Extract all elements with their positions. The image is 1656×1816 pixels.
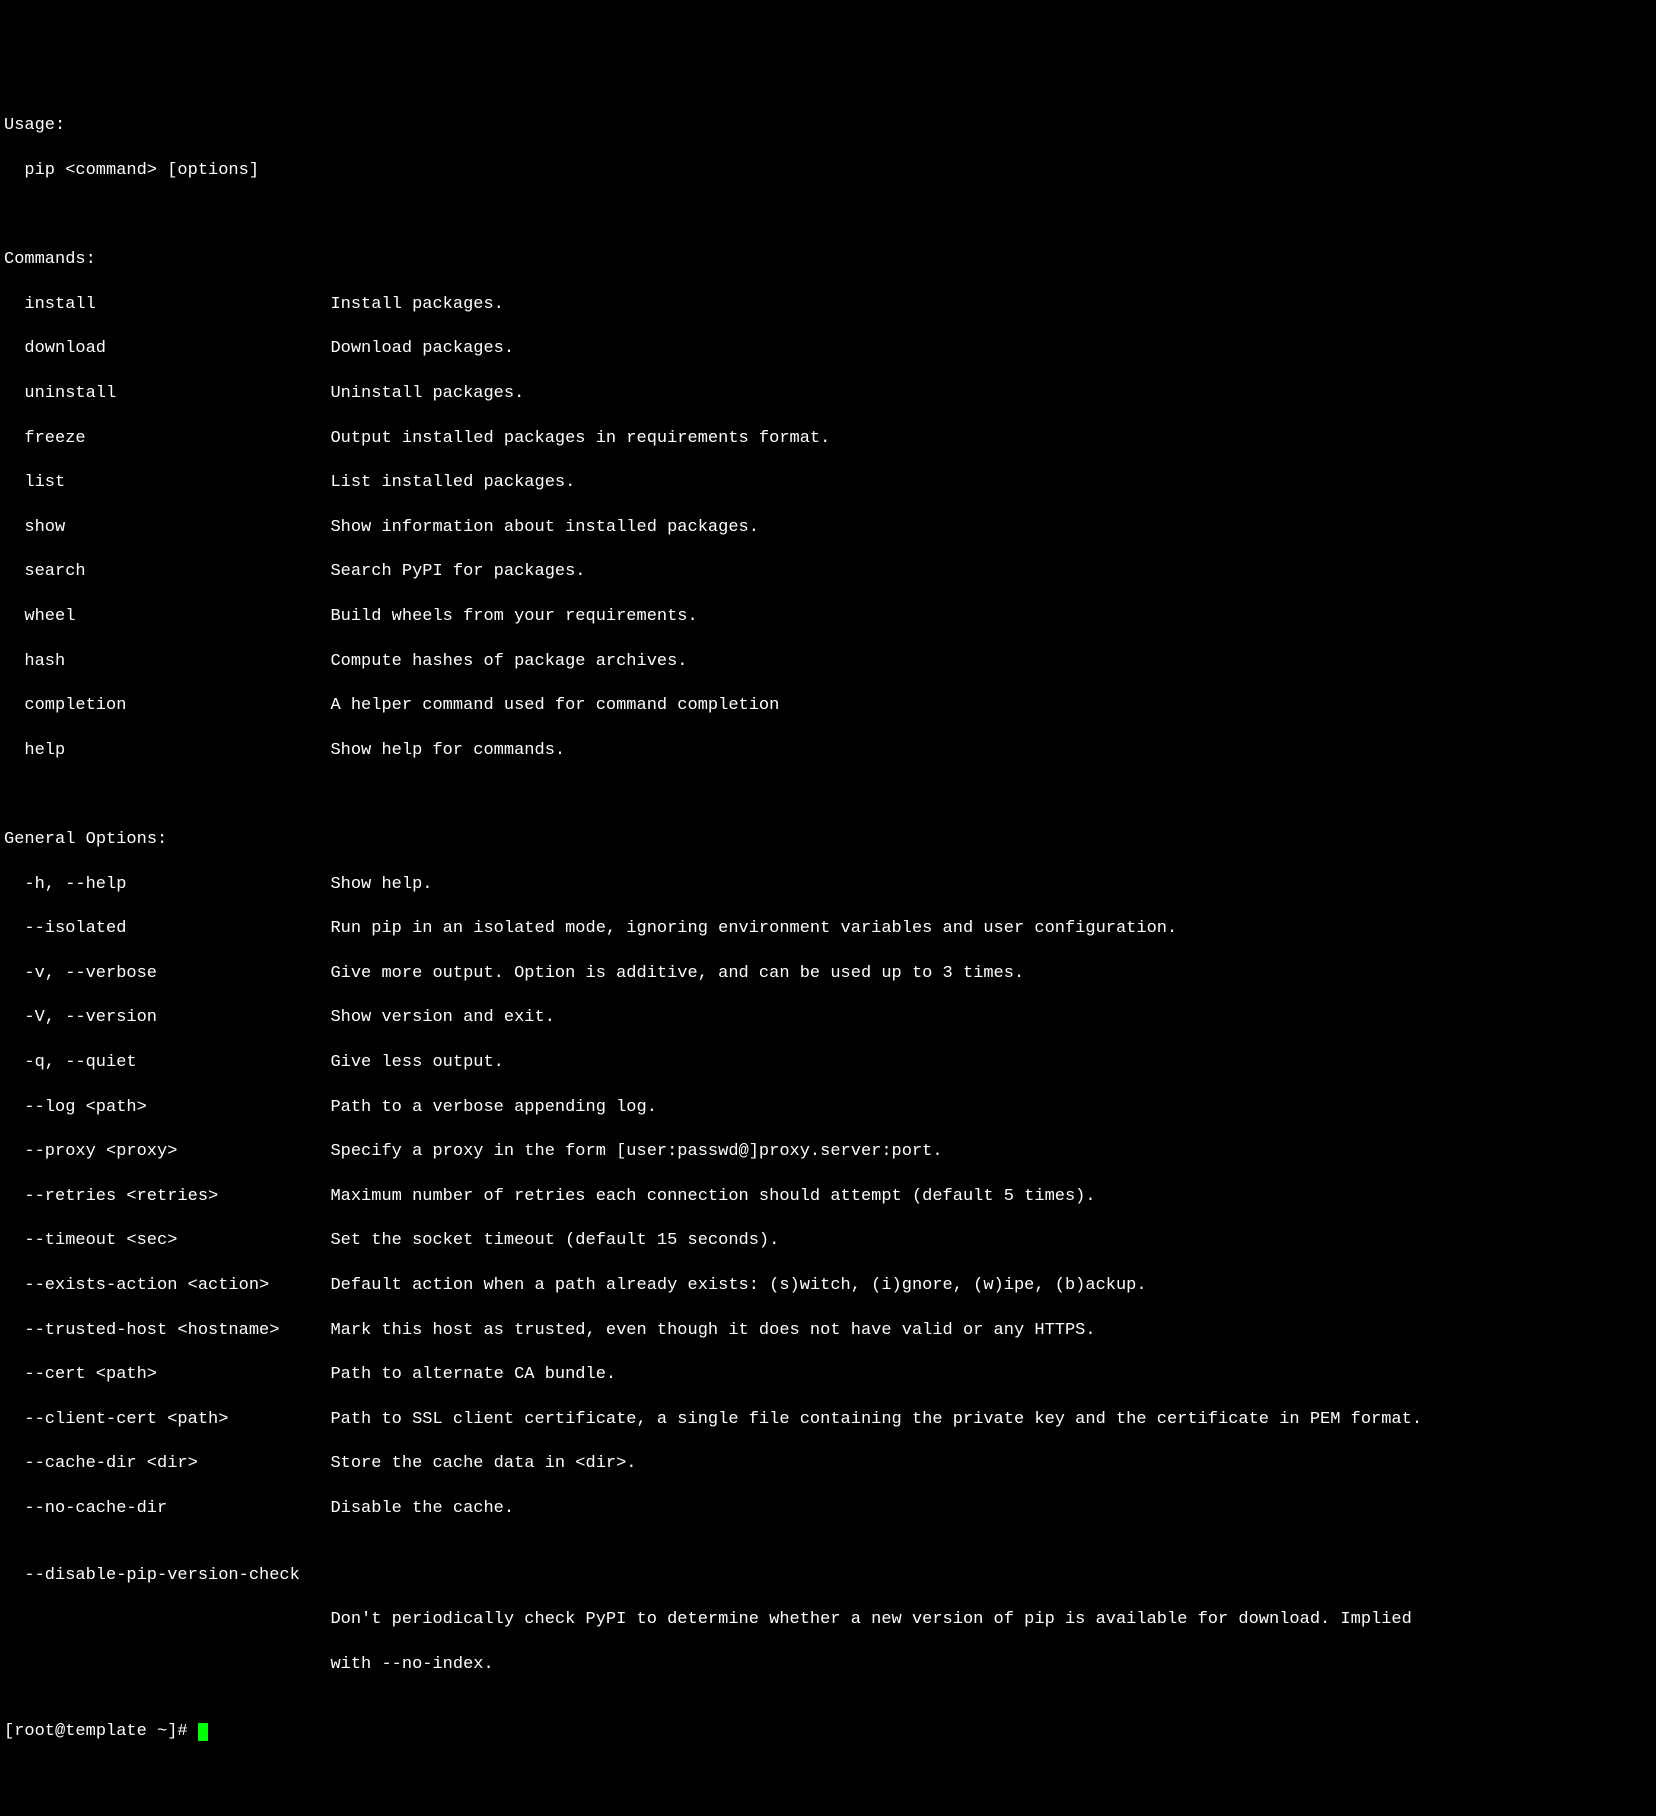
command-row: completionA helper command used for comm… xyxy=(4,695,1652,717)
command-desc: Install packages. xyxy=(330,294,1652,316)
option-name: --isolated xyxy=(4,918,330,940)
option-row: --disable-pip-version-check Don't period… xyxy=(4,1542,1652,1698)
command-name: hash xyxy=(4,651,330,673)
command-row: showShow information about installed pac… xyxy=(4,517,1652,539)
option-row: --cache-dir <dir>Store the cache data in… xyxy=(4,1453,1652,1475)
option-name: --exists-action <action> xyxy=(4,1275,330,1297)
option-desc: Give less output. xyxy=(330,1052,1652,1074)
option-row: --cert <path>Path to alternate CA bundle… xyxy=(4,1364,1652,1386)
command-name: search xyxy=(4,561,330,583)
command-desc: List installed packages. xyxy=(330,472,1652,494)
option-name: --log <path> xyxy=(4,1097,330,1119)
option-desc: Disable the cache. xyxy=(330,1498,1652,1520)
option-name: --retries <retries> xyxy=(4,1186,330,1208)
option-desc: Path to alternate CA bundle. xyxy=(330,1364,1652,1386)
option-name: -V, --version xyxy=(4,1007,330,1029)
option-desc: Maximum number of retries each connectio… xyxy=(330,1186,1652,1208)
option-name: --proxy <proxy> xyxy=(4,1141,330,1163)
prompt-text: [root@template ~]# xyxy=(4,1722,198,1741)
option-name: --cache-dir <dir> xyxy=(4,1453,330,1475)
option-row: --proxy <proxy>Specify a proxy in the fo… xyxy=(4,1141,1652,1163)
option-row: --no-cache-dirDisable the cache. xyxy=(4,1498,1652,1520)
option-name: -v, --verbose xyxy=(4,963,330,985)
command-row: downloadDownload packages. xyxy=(4,338,1652,360)
command-desc: Download packages. xyxy=(330,338,1652,360)
option-name: -h, --help xyxy=(4,874,330,896)
command-row: listList installed packages. xyxy=(4,472,1652,494)
command-row: installInstall packages. xyxy=(4,294,1652,316)
option-name: --disable-pip-version-check xyxy=(4,1565,1652,1587)
option-desc-continuation: with --no-index. xyxy=(4,1654,1652,1676)
command-row: hashCompute hashes of package archives. xyxy=(4,651,1652,673)
commands-header: Commands: xyxy=(4,249,1652,271)
usage-header: Usage: xyxy=(4,115,1652,137)
command-desc: Show help for commands. xyxy=(330,740,1652,762)
option-row: --retries <retries>Maximum number of ret… xyxy=(4,1186,1652,1208)
command-name: completion xyxy=(4,695,330,717)
shell-prompt[interactable]: [root@template ~]# xyxy=(4,1721,1652,1743)
option-row: --client-cert <path>Path to SSL client c… xyxy=(4,1409,1652,1431)
command-name: show xyxy=(4,517,330,539)
command-desc: A helper command used for command comple… xyxy=(330,695,1652,717)
option-row: -V, --versionShow version and exit. xyxy=(4,1007,1652,1029)
options-header: General Options: xyxy=(4,829,1652,851)
command-row: searchSearch PyPI for packages. xyxy=(4,561,1652,583)
option-desc: Show help. xyxy=(330,874,1652,896)
command-name: install xyxy=(4,294,330,316)
option-name: -q, --quiet xyxy=(4,1052,330,1074)
option-desc: Run pip in an isolated mode, ignoring en… xyxy=(330,918,1652,940)
cursor-icon xyxy=(198,1723,208,1741)
command-name: download xyxy=(4,338,330,360)
command-name: uninstall xyxy=(4,383,330,405)
command-name: help xyxy=(4,740,330,762)
command-desc: Build wheels from your requirements. xyxy=(330,606,1652,628)
option-name: --client-cert <path> xyxy=(4,1409,330,1431)
option-desc: Show version and exit. xyxy=(330,1007,1652,1029)
option-desc: Path to SSL client certificate, a single… xyxy=(330,1409,1652,1431)
option-row: --timeout <sec>Set the socket timeout (d… xyxy=(4,1230,1652,1252)
option-desc: Mark this host as trusted, even though i… xyxy=(330,1320,1652,1342)
option-name: --trusted-host <hostname> xyxy=(4,1320,330,1342)
option-desc: Give more output. Option is additive, an… xyxy=(330,963,1652,985)
usage-text: pip <command> [options] xyxy=(4,160,1652,182)
option-desc: Path to a verbose appending log. xyxy=(330,1097,1652,1119)
command-name: freeze xyxy=(4,428,330,450)
option-row: --log <path>Path to a verbose appending … xyxy=(4,1097,1652,1119)
option-row: -h, --helpShow help. xyxy=(4,874,1652,896)
command-desc: Compute hashes of package archives. xyxy=(330,651,1652,673)
command-row: freezeOutput installed packages in requi… xyxy=(4,428,1652,450)
option-name: --timeout <sec> xyxy=(4,1230,330,1252)
command-row: uninstallUninstall packages. xyxy=(4,383,1652,405)
command-desc: Uninstall packages. xyxy=(330,383,1652,405)
command-name: list xyxy=(4,472,330,494)
option-name: --no-cache-dir xyxy=(4,1498,330,1520)
command-row: helpShow help for commands. xyxy=(4,740,1652,762)
option-name: --cert <path> xyxy=(4,1364,330,1386)
option-row: --trusted-host <hostname>Mark this host … xyxy=(4,1320,1652,1342)
option-row: --isolatedRun pip in an isolated mode, i… xyxy=(4,918,1652,940)
option-desc: Store the cache data in <dir>. xyxy=(330,1453,1652,1475)
option-desc: Don't periodically check PyPI to determi… xyxy=(4,1609,1652,1631)
option-row: -q, --quietGive less output. xyxy=(4,1052,1652,1074)
option-desc: Default action when a path already exist… xyxy=(330,1275,1652,1297)
command-desc: Output installed packages in requirement… xyxy=(330,428,1652,450)
option-desc: Specify a proxy in the form [user:passwd… xyxy=(330,1141,1652,1163)
command-desc: Show information about installed package… xyxy=(330,517,1652,539)
command-desc: Search PyPI for packages. xyxy=(330,561,1652,583)
command-name: wheel xyxy=(4,606,330,628)
terminal-output: Usage: pip <command> [options] Commands:… xyxy=(4,93,1652,1765)
option-desc: Set the socket timeout (default 15 secon… xyxy=(330,1230,1652,1252)
option-row: --exists-action <action>Default action w… xyxy=(4,1275,1652,1297)
option-row: -v, --verboseGive more output. Option is… xyxy=(4,963,1652,985)
command-row: wheelBuild wheels from your requirements… xyxy=(4,606,1652,628)
